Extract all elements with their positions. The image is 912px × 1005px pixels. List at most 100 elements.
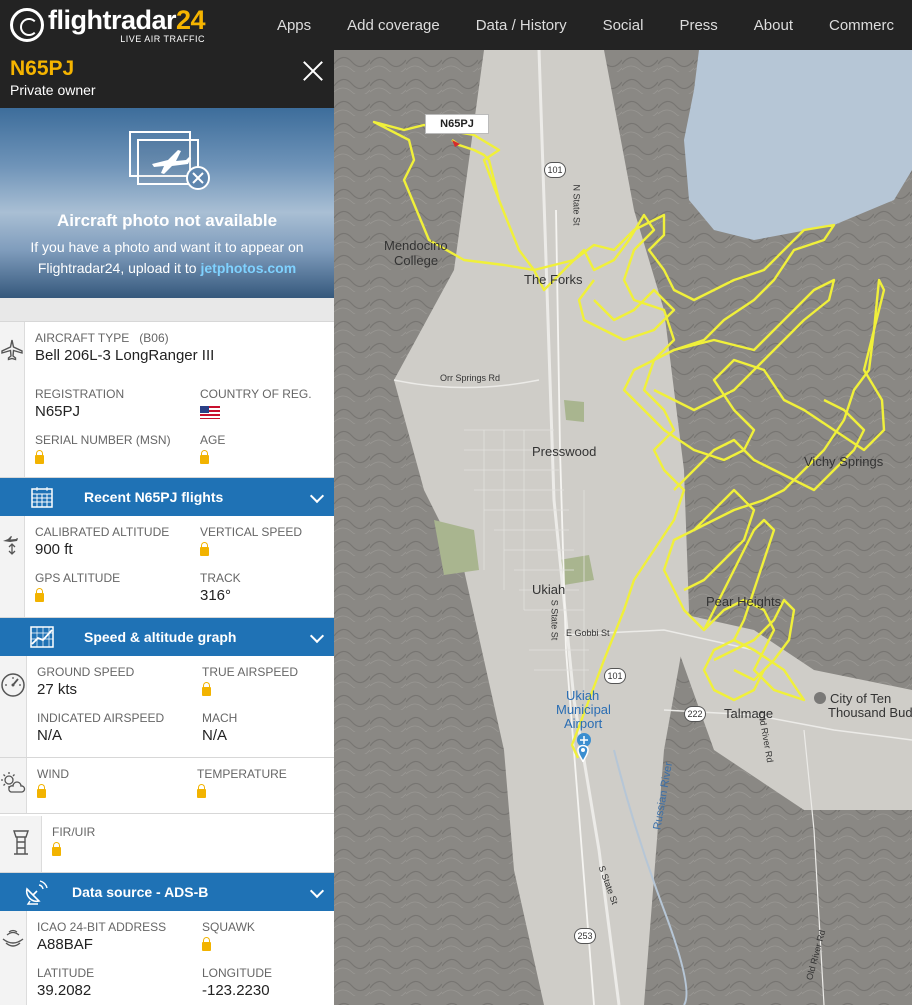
lock-icon[interactable] [197,784,206,798]
indicated-airspeed-label: INDICATED AIRSPEED [37,711,165,725]
lock-icon[interactable] [37,784,46,798]
aircraft-type-value: Bell 206L-3 LongRanger III [35,347,215,364]
icao-address-value: A88BAF [37,936,93,953]
airplane-icon [0,322,25,477]
nav-about[interactable]: About [736,0,811,50]
nav-add-coverage[interactable]: Add coverage [329,0,458,50]
map-view[interactable]: N65PJ Mendocino College The Forks Pressw… [334,50,912,1005]
highway-shield: 222 [684,706,706,722]
indicated-airspeed-value: N/A [37,727,63,744]
road-label: S State St [549,599,560,641]
squawk-label: SQUAWK [202,920,255,934]
longitude-label: LONGITUDE [202,966,273,980]
track-value: 316° [200,587,232,604]
us-flag-icon [200,406,220,419]
speed-graph-bar[interactable]: Speed & altitude graph [0,618,334,656]
place-label: Thousand Bud [828,705,912,720]
logo-number: 24 [176,4,206,35]
longitude-value: -123.2230 [202,982,270,999]
lock-icon[interactable] [35,450,44,464]
fir-section: FIR/UIR [0,816,334,873]
place-label: Municipal [556,702,611,717]
speedometer-icon [0,656,27,757]
latitude-value: 39.2082 [37,982,92,999]
transponder-section: ICAO 24-BIT ADDRESS A88BAF SQUAWK LATITU… [0,911,334,1005]
map-canvas [334,50,912,1005]
icao-address-label: ICAO 24-BIT ADDRESS [37,920,167,934]
nav-commercial[interactable]: Commerc [811,0,912,50]
true-airspeed-label: TRUE AIRSPEED [202,665,299,679]
road-label: Orr Springs Rd [440,373,501,383]
nav-press[interactable]: Press [661,0,735,50]
altitude-icon [0,516,25,617]
radar-logo-icon [10,8,44,42]
aircraft-section: AIRCRAFT TYPE (B06) Bell 206L-3 LongRang… [0,322,334,478]
calendar-icon [0,485,84,509]
ground-speed-label: GROUND SPEED [37,665,135,679]
place-label: The Forks [524,272,583,287]
registration-label: REGISTRATION [35,387,125,401]
aircraft-info-panel: N65PJ Private owner Aircraft photo not a… [0,50,334,1005]
main-nav: Apps Add coverage Data / History Social … [259,0,912,50]
place-label: City of Ten [830,691,892,706]
vertical-speed-label: VERTICAL SPEED [200,525,303,539]
callsign: N65PJ [10,57,75,80]
speed-section: GROUND SPEED 27 kts TRUE AIRSPEED INDICA… [0,656,334,758]
recent-flights-label: Recent N65PJ flights [84,489,224,505]
top-nav-bar: flightradar24 LIVE AIR TRAFFIC Apps Add … [0,0,912,50]
ground-speed-value: 27 kts [37,681,78,698]
mach-value: N/A [202,727,228,744]
satellite-dish-icon [0,879,72,905]
speed-graph-label: Speed & altitude graph [84,629,237,645]
place-label: Presswood [532,444,597,459]
flightradar-app: flightradar24 LIVE AIR TRAFFIC Apps Add … [0,0,912,1005]
control-tower-icon [0,816,42,872]
serial-number-label: SERIAL NUMBER (MSN) [35,433,171,447]
lock-icon[interactable] [200,450,209,464]
highway-shield: 101 [604,668,626,684]
photo-unavailable-title: Aircraft photo not available [56,211,278,230]
place-label: Airport [564,716,603,731]
owner: Private owner [10,82,96,98]
highway-shield: 101 [544,162,566,178]
age-label: AGE [200,433,226,447]
chevron-down-icon[interactable] [309,488,325,504]
temperature-label: TEMPERATURE [197,767,287,781]
jetphotos-link[interactable]: jetphotos.com [200,260,296,276]
graph-icon [0,625,84,649]
close-icon[interactable] [302,60,324,82]
logo-tagline: LIVE AIR TRAFFIC [120,33,206,44]
panel-header: N65PJ Private owner [0,50,334,108]
photo-upload-text: If you have a photo and want it to appea… [16,237,318,279]
lock-icon[interactable] [35,588,44,602]
nav-social[interactable]: Social [585,0,662,50]
place-label: Vichy Springs [804,454,884,469]
chevron-down-icon[interactable] [309,628,325,644]
lock-icon[interactable] [52,842,61,856]
road-label: E Gobbi St [566,628,610,638]
logo[interactable]: flightradar24 LIVE AIR TRAFFIC [0,0,259,50]
place-label: College [394,253,439,268]
nav-data-history[interactable]: Data / History [458,0,585,50]
data-source-bar[interactable]: Data source - ADS-B [0,873,334,911]
weather-icon [0,758,27,813]
recent-flights-bar[interactable]: Recent N65PJ flights [0,478,334,516]
place-label: Ukiah [532,582,566,597]
weather-section: WIND TEMPERATURE [0,758,334,814]
calibrated-altitude-value: 900 ft [35,541,73,558]
aircraft-callout[interactable]: N65PJ [425,114,489,134]
chevron-down-icon[interactable] [309,883,325,899]
aircraft-type-code: (B06) [139,331,169,345]
lock-icon[interactable] [202,682,211,696]
lock-icon[interactable] [202,937,211,951]
place-label: Pear Heights [706,594,782,609]
data-source-label: Data source - ADS-B [72,884,209,900]
no-photo-icon [129,131,210,190]
lock-icon[interactable] [200,542,209,556]
track-label: TRACK [200,571,241,585]
calibrated-altitude-label: CALIBRATED ALTITUDE [35,525,170,539]
latitude-label: LATITUDE [37,966,95,980]
altitude-section: CALIBRATED ALTITUDE 900 ft VERTICAL SPEE… [0,516,334,618]
aircraft-type-label: AIRCRAFT TYPE (B06) [35,331,169,345]
nav-apps[interactable]: Apps [259,0,329,50]
